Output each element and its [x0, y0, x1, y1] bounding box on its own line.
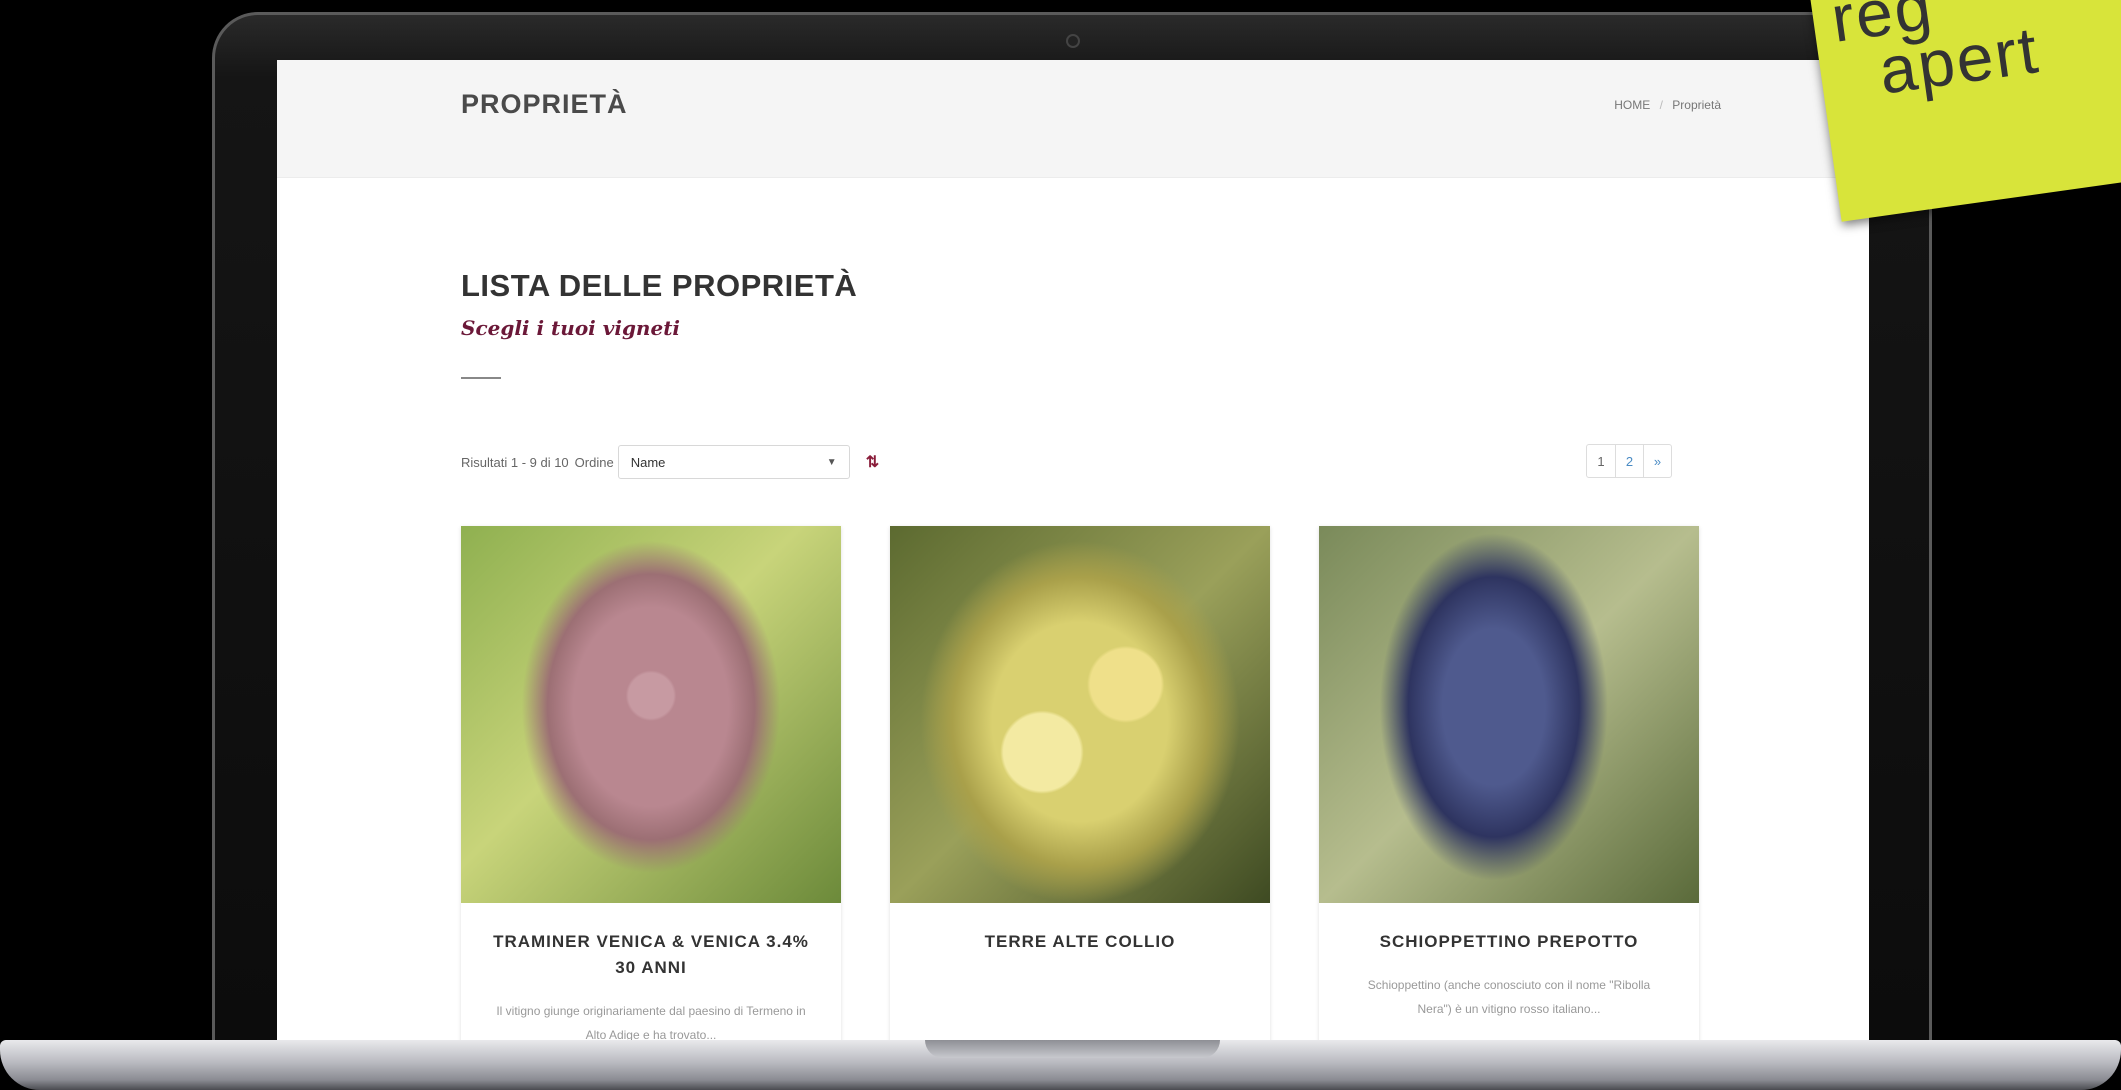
- breadcrumb-current: Proprietà: [1672, 98, 1721, 112]
- page-title: PROPRIETÀ: [461, 89, 628, 119]
- results-toolbar: Risultati 1 - 9 di 10 Ordine Name ▼ ⇅: [461, 442, 879, 482]
- card-description: Il vitigno giunge originariamente dal pa…: [496, 1004, 806, 1042]
- laptop-notch: [925, 1040, 1220, 1058]
- order-select-value: Name: [630, 454, 666, 470]
- next-page-button[interactable]: »: [1643, 445, 1671, 477]
- page-1-button[interactable]: 1: [1587, 445, 1615, 477]
- list-subheading: Scegli i tuoi vigneti: [461, 316, 681, 340]
- grape-image[interactable]: [1319, 526, 1699, 903]
- sticky-note-line: apert: [1874, 12, 2044, 108]
- page-header: PROPRIETÀ HOME / Proprietà: [277, 60, 1869, 178]
- order-select[interactable]: Name ▼: [617, 445, 850, 479]
- pagination: 1 2 »: [1586, 444, 1672, 478]
- card-title[interactable]: TERRE ALTE COLLIO: [914, 929, 1246, 955]
- results-count: Risultati 1 - 9 di 10: [461, 454, 569, 470]
- card-description: Schioppettino (anche conosciuto con il n…: [1367, 978, 1651, 1016]
- sticky-note-text: reg apert: [1827, 0, 2044, 108]
- grape-image[interactable]: [890, 526, 1270, 903]
- order-label: Ordine: [574, 454, 614, 470]
- breadcrumb-home-link[interactable]: HOME: [1614, 98, 1650, 112]
- browser-screen: PROPRIETÀ HOME / Proprietà LISTA DELLE P…: [277, 60, 1869, 1042]
- property-card[interactable]: TERRE ALTE COLLIO: [890, 526, 1270, 1042]
- property-card[interactable]: SCHIOPPETTINO PREPOTTO Schioppettino (an…: [1319, 526, 1699, 1042]
- camera-icon: [1066, 34, 1080, 48]
- breadcrumb: HOME / Proprietà: [1608, 98, 1721, 112]
- card-title[interactable]: TRAMINER VENICA & VENICA 3.4% 30 ANNI: [485, 929, 817, 981]
- card-title[interactable]: SCHIOPPETTINO PREPOTTO: [1343, 929, 1675, 955]
- property-card[interactable]: TRAMINER VENICA & VENICA 3.4% 30 ANNI Il…: [461, 526, 841, 1042]
- breadcrumb-separator: /: [1659, 98, 1663, 112]
- divider: [461, 377, 501, 379]
- sort-icon[interactable]: ⇅: [866, 452, 879, 472]
- list-heading: LISTA DELLE PROPRIETÀ: [461, 268, 858, 303]
- chevron-down-icon: ▼: [826, 456, 837, 468]
- grape-image[interactable]: [461, 526, 841, 903]
- page-2-button[interactable]: 2: [1615, 445, 1643, 477]
